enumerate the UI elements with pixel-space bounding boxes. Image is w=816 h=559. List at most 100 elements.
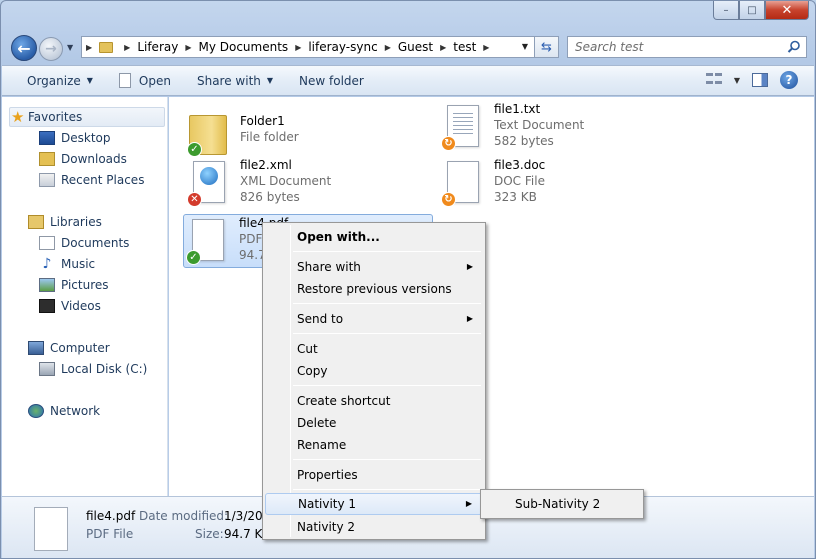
breadcrumb-liferay-sync[interactable]: liferay-sync	[308, 40, 377, 54]
sidebar-item-libraries[interactable]: Libraries	[28, 212, 102, 232]
file-name: file3.doc	[494, 158, 546, 172]
view-options-chevron-icon[interactable]: ▼	[734, 76, 740, 85]
sidebar-item-label: Libraries	[50, 215, 102, 229]
list-item-file2[interactable]: ✕ file2.xml XML Document 826 bytes	[185, 157, 435, 211]
sidebar-item-downloads[interactable]: Downloads	[39, 149, 127, 169]
close-button[interactable]: ✕	[765, 1, 809, 20]
sidebar-item-label: Recent Places	[61, 173, 145, 187]
chevron-right-icon[interactable]: ▶	[385, 43, 391, 52]
sidebar-item-documents[interactable]: Documents	[39, 233, 129, 253]
list-item-folder1[interactable]: ✓ Folder1 File folder	[185, 107, 435, 161]
open-button[interactable]: Open	[118, 73, 171, 88]
search-icon[interactable]	[787, 40, 801, 54]
change-view-icon[interactable]	[705, 73, 722, 87]
sidebar-item-local-disk[interactable]: Local Disk (C:)	[39, 359, 147, 379]
sidebar-item-label: Pictures	[61, 278, 109, 292]
search-input[interactable]	[575, 40, 775, 54]
menu-item-label: Share with	[297, 260, 361, 274]
breadcrumb-test[interactable]: test	[453, 40, 476, 54]
list-item-file3[interactable]: ↻ file3.doc DOC File 323 KB	[439, 157, 689, 211]
breadcrumb-guest[interactable]: Guest	[398, 40, 433, 54]
share-with-button[interactable]: Share with ▼	[197, 74, 273, 88]
chevron-right-icon[interactable]: ▶	[185, 43, 191, 52]
menu-item-open-with[interactable]: Open with...	[265, 226, 483, 248]
menu-item-label: Send to	[297, 312, 344, 326]
organize-button[interactable]: Organize ▼	[27, 74, 93, 88]
menu-item-restore-previous-versions[interactable]: Restore previous versions	[265, 278, 483, 300]
recent-pages-dropdown-icon[interactable]: ▼	[67, 43, 73, 52]
sidebar-item-label: Music	[61, 257, 96, 271]
sidebar-item-computer[interactable]: Computer	[28, 338, 110, 358]
menu-item-delete[interactable]: Delete	[265, 412, 483, 434]
text-file-thumb: ↻	[439, 101, 485, 151]
list-item-file1[interactable]: ↻ file1.txt Text Document 582 bytes	[439, 101, 689, 155]
refresh-button[interactable]: ⇆	[535, 36, 559, 58]
sync-pending-icon: ↻	[441, 136, 456, 151]
file-meta: file3.doc DOC File 323 KB	[494, 157, 545, 211]
sidebar-item-music[interactable]: ♪ Music	[39, 254, 96, 274]
refresh-icon: ⇆	[541, 39, 552, 55]
address-dropdown-icon[interactable]: ▼	[522, 42, 528, 51]
menu-item-nativity-2[interactable]: Nativity 2	[265, 516, 483, 538]
sidebar-item-label: Videos	[61, 299, 101, 313]
document-icon	[118, 73, 131, 88]
breadcrumb-liferay[interactable]: Liferay	[137, 40, 178, 54]
sync-ok-icon: ✓	[187, 142, 202, 157]
sidebar-item-videos[interactable]: Videos	[39, 296, 101, 316]
forward-button[interactable]: →	[39, 37, 63, 61]
file-name: file2.xml	[240, 158, 292, 172]
sidebar-item-network[interactable]: Network	[28, 401, 100, 421]
menu-item-sub-nativity-2[interactable]: Sub-Nativity 2	[483, 493, 641, 515]
menu-separator	[293, 489, 481, 490]
file-type: Text Document	[494, 118, 585, 132]
sidebar-item-label: Favorites	[28, 110, 83, 124]
folder-thumb: ✓	[185, 107, 231, 157]
search-box[interactable]	[567, 36, 807, 58]
maximize-button[interactable]: □	[739, 1, 765, 20]
address-bar[interactable]: ▶ ▶ Liferay ▶ My Documents ▶ liferay-syn…	[81, 36, 535, 58]
details-date-label: Date modified:	[139, 509, 229, 523]
documents-icon	[39, 236, 55, 250]
computer-icon	[28, 341, 44, 355]
sidebar-item-desktop[interactable]: Desktop	[39, 128, 111, 148]
minimize-button[interactable]: –	[713, 1, 739, 20]
details-file-name: file4.pdf	[86, 509, 136, 523]
chevron-right-icon[interactable]: ▶	[483, 43, 489, 52]
menu-item-send-to[interactable]: Send to ▶	[265, 308, 483, 330]
sync-error-icon: ✕	[187, 192, 202, 207]
chevron-right-icon[interactable]: ▶	[86, 43, 92, 52]
chevron-right-icon[interactable]: ▶	[295, 43, 301, 52]
file-name: file1.txt	[494, 102, 541, 116]
chevron-right-icon[interactable]: ▶	[124, 43, 130, 52]
menu-item-copy[interactable]: Copy	[265, 360, 483, 382]
preview-pane-icon[interactable]	[752, 73, 768, 87]
menu-item-create-shortcut[interactable]: Create shortcut	[265, 390, 483, 412]
sync-ok-icon: ✓	[186, 250, 201, 265]
back-arrow-icon: ←	[17, 38, 31, 58]
menu-item-properties[interactable]: Properties	[265, 464, 483, 486]
details-date-value: 1/3/201	[224, 509, 262, 523]
help-icon[interactable]: ?	[780, 71, 798, 89]
chevron-right-icon[interactable]: ▶	[440, 43, 446, 52]
breadcrumb-my-documents[interactable]: My Documents	[198, 40, 288, 54]
libraries-icon	[28, 215, 44, 229]
globe-icon	[200, 167, 218, 185]
menu-item-label: Nativity 1	[298, 497, 357, 511]
menu-item-cut[interactable]: Cut	[265, 338, 483, 360]
sidebar-item-recent-places[interactable]: Recent Places	[39, 170, 144, 190]
menu-separator	[293, 251, 481, 252]
new-folder-button[interactable]: New folder	[299, 74, 364, 88]
recent-places-icon	[39, 173, 55, 187]
menu-separator	[293, 333, 481, 334]
sidebar-item-pictures[interactable]: Pictures	[39, 275, 109, 295]
menu-item-rename[interactable]: Rename	[265, 434, 483, 456]
doc-file-thumb: ↻	[439, 157, 485, 207]
menu-item-share-with[interactable]: Share with ▶	[265, 256, 483, 278]
context-menu: Open with... Share with ▶ Restore previo…	[262, 222, 486, 540]
view-tools: ▼ ?	[705, 71, 798, 89]
back-button[interactable]: ←	[11, 35, 37, 61]
sidebar-item-favorites[interactable]: ★ Favorites	[9, 107, 165, 127]
open-label: Open	[138, 73, 171, 88]
submenu-arrow-icon: ▶	[466, 262, 473, 271]
menu-item-nativity-1[interactable]: Nativity 1 ▶	[265, 493, 483, 515]
